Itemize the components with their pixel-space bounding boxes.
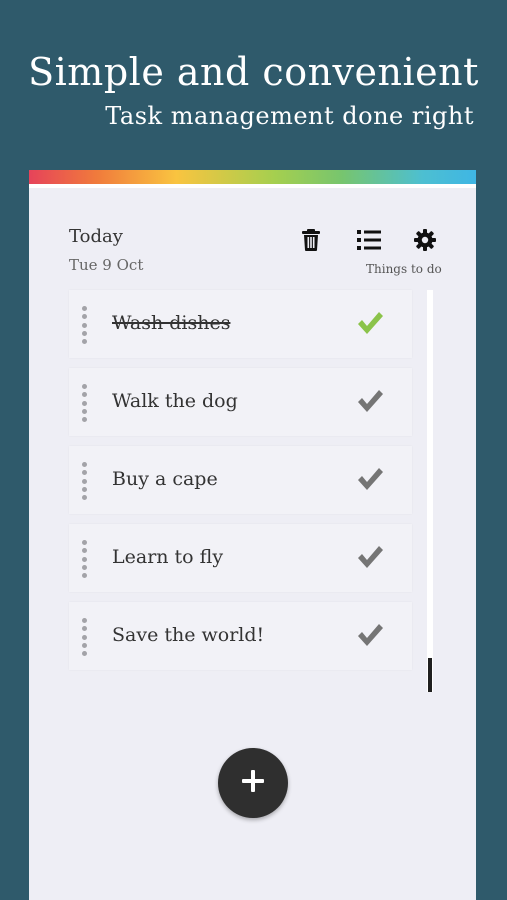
delete-button[interactable] <box>295 224 327 256</box>
list-item[interactable]: Save the world! <box>69 602 412 670</box>
page-title: Today <box>69 226 123 247</box>
drag-handle-icon[interactable] <box>80 540 88 578</box>
list-item[interactable]: Wash dishes <box>69 290 412 358</box>
task-label: Learn to fly <box>112 546 224 568</box>
check-icon[interactable] <box>356 544 384 570</box>
drag-handle-icon[interactable] <box>80 462 88 500</box>
rainbow-bar <box>29 170 476 184</box>
app-card: Today Tue 9 Oct Things to do Wash dishes… <box>29 170 476 900</box>
scrollbar-thumb[interactable] <box>428 658 432 692</box>
list-caption: Things to do <box>366 262 442 276</box>
list-item[interactable]: Buy a cape <box>69 446 412 514</box>
plus-icon <box>240 768 266 798</box>
check-icon[interactable] <box>356 622 384 648</box>
list-button[interactable] <box>353 224 385 256</box>
rainbow-divider <box>29 184 476 188</box>
task-label: Walk the dog <box>112 390 238 412</box>
drag-handle-icon[interactable] <box>80 384 88 422</box>
add-task-button[interactable] <box>218 748 288 818</box>
hero-subtitle: Task management done right <box>105 102 474 130</box>
task-label: Wash dishes <box>112 312 231 334</box>
date-label: Tue 9 Oct <box>69 256 144 274</box>
drag-handle-icon[interactable] <box>80 306 88 344</box>
drag-handle-icon[interactable] <box>80 618 88 656</box>
task-list: Wash dishes Walk the dog Buy a cape Learn t… <box>69 290 412 680</box>
list-item[interactable]: Walk the dog <box>69 368 412 436</box>
list-icon <box>357 229 381 251</box>
gear-icon <box>413 228 437 252</box>
hero-title: Simple and convenient <box>28 50 479 94</box>
scrollbar-track[interactable] <box>427 290 433 692</box>
settings-button[interactable] <box>409 224 441 256</box>
list-item[interactable]: Learn to fly <box>69 524 412 592</box>
task-label: Buy a cape <box>112 468 218 490</box>
trash-icon <box>301 228 321 252</box>
check-icon[interactable] <box>356 466 384 492</box>
task-label: Save the world! <box>112 624 265 646</box>
check-icon[interactable] <box>356 310 384 336</box>
check-icon[interactable] <box>356 388 384 414</box>
